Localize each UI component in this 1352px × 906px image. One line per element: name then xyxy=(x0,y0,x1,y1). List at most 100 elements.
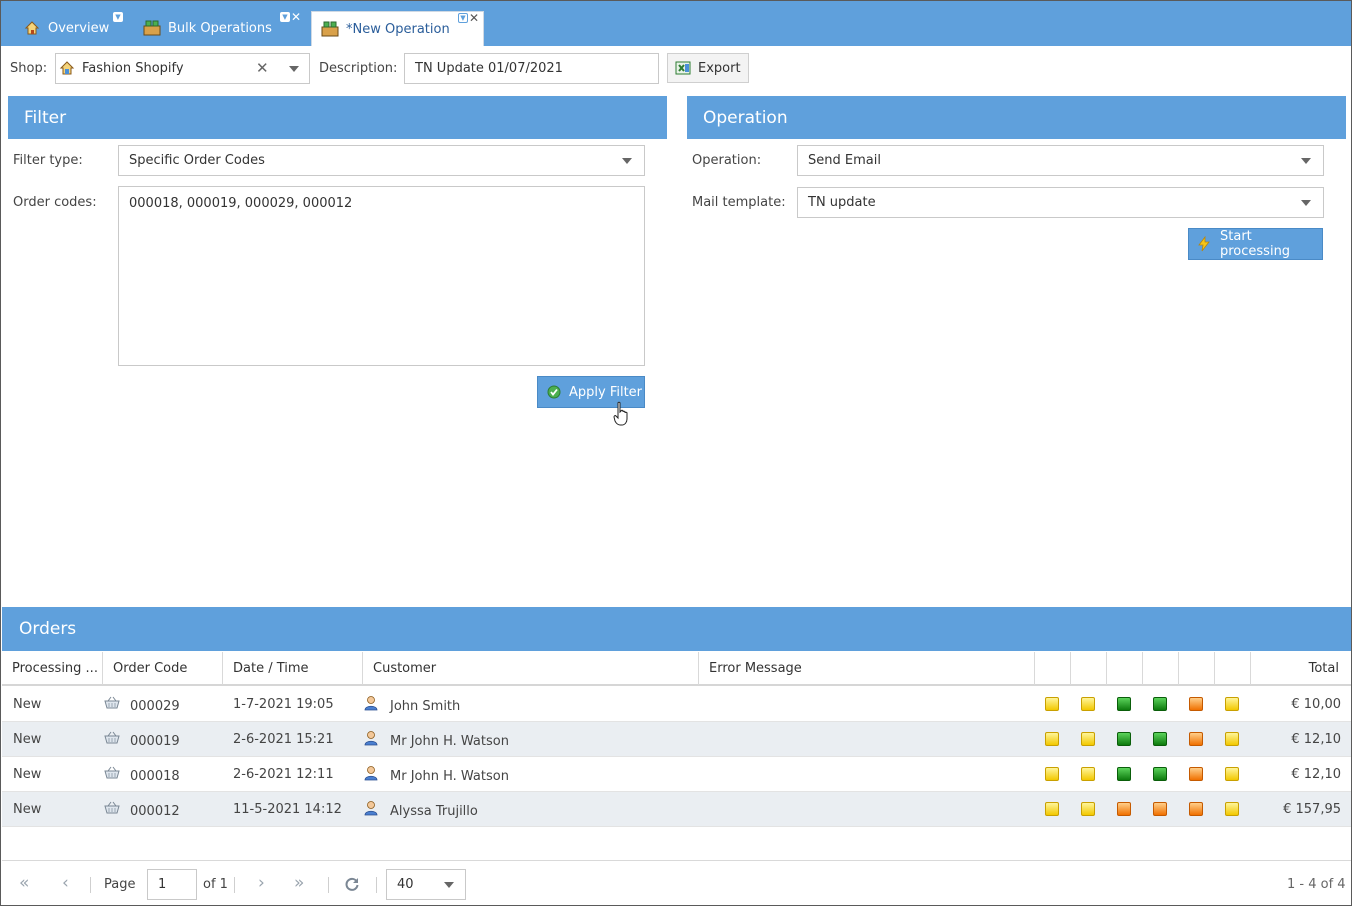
tab-menu-icon[interactable]: ▼ xyxy=(458,13,468,23)
status-indicator xyxy=(1117,732,1131,746)
order-codes-textarea[interactable]: 000018, 000019, 000029, 000012 xyxy=(118,186,645,366)
customer-name: Alyssa Trujillo xyxy=(390,804,478,819)
order-total: € 157,95 xyxy=(1283,802,1341,817)
table-row[interactable]: New 000012 11-5-2021 14:12 Alyssa Trujillo €… xyxy=(2,792,1351,827)
status-indicator xyxy=(1045,697,1059,711)
chevron-down-icon[interactable] xyxy=(1301,158,1311,164)
tab-menu-icon[interactable]: ▼ xyxy=(280,12,290,22)
tab-overview[interactable]: Overview xyxy=(23,11,109,45)
processing-status: New xyxy=(13,802,42,817)
status-indicator xyxy=(1045,767,1059,781)
status-indicator xyxy=(1081,732,1095,746)
order-total: € 12,10 xyxy=(1291,732,1341,747)
operation-panel-header: Operation xyxy=(687,96,1346,139)
order-datetime: 2-6-2021 12:11 xyxy=(233,767,334,782)
column-header-indicator[interactable] xyxy=(1215,652,1251,685)
column-header-indicator[interactable] xyxy=(1143,652,1179,685)
page-number-input[interactable]: 1 xyxy=(147,869,197,900)
chevron-down-icon[interactable] xyxy=(622,158,632,164)
status-indicator xyxy=(1117,767,1131,781)
column-header-customer[interactable]: Customer xyxy=(363,652,699,685)
order-total: € 10,00 xyxy=(1291,697,1341,712)
status-indicator xyxy=(1225,767,1239,781)
column-header-indicator[interactable] xyxy=(1035,652,1071,685)
table-row[interactable]: New 000018 2-6-2021 12:11 Mr John H. Watson… xyxy=(2,757,1351,792)
status-indicator xyxy=(1189,697,1203,711)
status-indicator xyxy=(1153,697,1167,711)
tab-bulk-operations[interactable]: Bulk Operations xyxy=(143,11,272,45)
chevron-down-icon[interactable] xyxy=(289,66,299,72)
shop-label: Shop: xyxy=(10,61,48,76)
pagination-bar: « ‹ Page 1 of 1 › » 40 1 - 4 of 4 xyxy=(2,860,1351,905)
chevron-down-icon[interactable] xyxy=(444,882,454,888)
status-indicator xyxy=(1189,767,1203,781)
page-label: Page xyxy=(104,877,136,892)
boxes-icon xyxy=(321,20,339,38)
table-row[interactable]: New 000029 1-7-2021 19:05 John Smith € 10,00 xyxy=(2,687,1351,722)
last-page-icon[interactable]: » xyxy=(294,873,304,893)
status-indicator xyxy=(1189,802,1203,816)
status-indicator xyxy=(1153,732,1167,746)
filter-panel-header: Filter xyxy=(8,96,667,139)
export-button[interactable]: Export xyxy=(667,53,749,83)
status-indicator xyxy=(1081,767,1095,781)
user-icon xyxy=(364,765,378,785)
operation-title: Operation xyxy=(703,107,788,128)
column-header-indicator[interactable] xyxy=(1107,652,1143,685)
status-indicator xyxy=(1153,767,1167,781)
start-processing-label: Start processing xyxy=(1220,229,1291,259)
filter-type-select[interactable]: Specific Order Codes xyxy=(118,145,645,176)
filter-type-value: Specific Order Codes xyxy=(129,153,265,168)
column-header-indicator[interactable] xyxy=(1071,652,1107,685)
column-header-date-time[interactable]: Date / Time xyxy=(223,652,363,685)
orders-grid-header: Processing ... Order Code Date / Time Cu… xyxy=(2,652,1351,686)
filter-type-label: Filter type: xyxy=(13,153,83,168)
previous-page-icon[interactable]: ‹ xyxy=(62,873,69,893)
tab-label: Overview xyxy=(48,20,110,36)
chevron-down-icon[interactable] xyxy=(1301,200,1311,206)
start-processing-button[interactable]: Start processing xyxy=(1188,228,1323,260)
order-codes-value: 000018, 000019, 000029, 000012 xyxy=(129,196,353,211)
operation-label: Operation: xyxy=(692,153,762,168)
processing-status: New xyxy=(13,767,42,782)
table-row[interactable]: New 000019 2-6-2021 15:21 Mr John H. Watson… xyxy=(2,722,1351,757)
tab-new-operation[interactable]: *New Operation ▼ ✕ xyxy=(311,11,484,46)
operation-select[interactable]: Send Email xyxy=(797,145,1324,176)
description-field[interactable]: TN Update 01/07/2021 xyxy=(404,53,659,84)
column-header-total[interactable]: Total xyxy=(1251,652,1351,685)
export-label: Export xyxy=(698,60,741,76)
close-icon[interactable]: ✕ xyxy=(469,12,479,24)
order-datetime: 11-5-2021 14:12 xyxy=(233,802,342,817)
lightning-icon xyxy=(1197,235,1211,256)
basket-icon xyxy=(104,731,120,749)
order-datetime: 2-6-2021 15:21 xyxy=(233,732,334,747)
check-circle-icon xyxy=(547,385,561,403)
close-icon[interactable]: ✕ xyxy=(291,11,301,23)
refresh-icon[interactable] xyxy=(344,876,360,896)
basket-icon xyxy=(104,801,120,819)
user-icon xyxy=(364,730,378,750)
tab-label: *New Operation xyxy=(346,21,450,37)
tab-bar: Overview ▼ Bulk Operations ▼ ✕ *New Oper… xyxy=(1,1,1351,46)
status-indicator xyxy=(1153,802,1167,816)
shop-icon xyxy=(59,60,75,80)
column-header-error-message[interactable]: Error Message xyxy=(699,652,1035,685)
pagination-summary: 1 - 4 of 4 xyxy=(1287,877,1346,892)
shop-select[interactable]: Fashion Shopify ✕ xyxy=(55,53,310,84)
column-header-processing[interactable]: Processing ... xyxy=(2,652,103,685)
first-page-icon[interactable]: « xyxy=(19,873,29,893)
page-size-select[interactable]: 40 xyxy=(386,869,466,900)
mail-template-value: TN update xyxy=(808,195,876,210)
status-indicator xyxy=(1225,802,1239,816)
orders-panel-header: Orders xyxy=(2,607,1351,651)
order-total: € 12,10 xyxy=(1291,767,1341,782)
tab-menu-icon[interactable]: ▼ xyxy=(113,12,123,22)
status-indicator xyxy=(1225,697,1239,711)
mail-template-select[interactable]: TN update xyxy=(797,187,1324,218)
clear-icon[interactable]: ✕ xyxy=(256,59,269,77)
next-page-icon[interactable]: › xyxy=(258,873,265,893)
status-indicator xyxy=(1117,697,1131,711)
column-header-indicator[interactable] xyxy=(1179,652,1215,685)
page-count-label: of 1 xyxy=(203,877,228,892)
column-header-order-code[interactable]: Order Code xyxy=(103,652,223,685)
